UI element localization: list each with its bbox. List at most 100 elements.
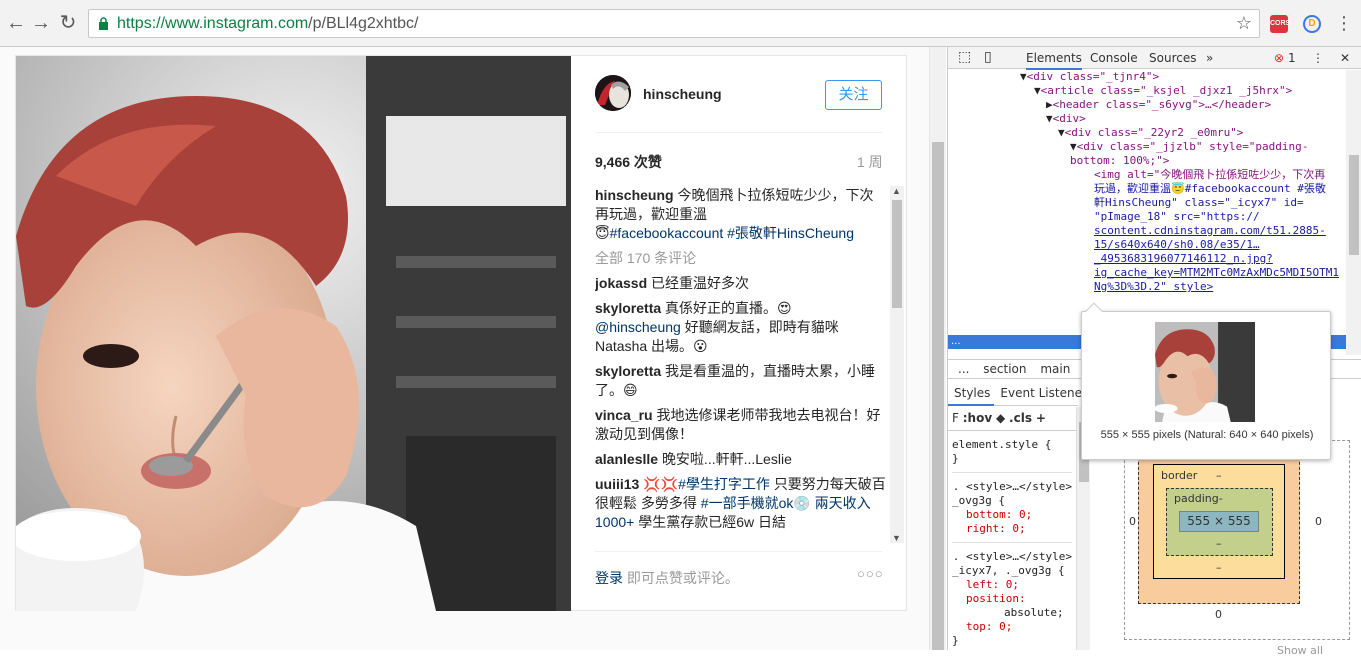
forward-icon[interactable]: → [31, 13, 51, 33]
comment-scrollbar[interactable]: ▲ ▼ [890, 186, 904, 543]
dom-node[interactable]: ▶<header class="_s6yvg">…</header> [948, 98, 1346, 112]
css-property[interactable]: bottom: 0; [952, 508, 1072, 522]
scroll-down-icon[interactable]: ▼ [892, 533, 901, 543]
hov-toggle[interactable]: :hov [963, 411, 992, 425]
follow-button[interactable]: 关注 [825, 80, 882, 110]
view-all-comments-link[interactable]: 全部 170 条评论 [595, 249, 887, 268]
comment-username[interactable]: alanleslle [595, 451, 658, 467]
img-src-link[interactable]: _4953683196077146112_n.jpg? [948, 252, 1346, 266]
extension-icon[interactable]: D [1303, 15, 1321, 33]
rule-source-link[interactable]: . <style>…</style> [952, 550, 1072, 564]
login-link[interactable]: 登录 [595, 570, 623, 586]
comment-hashtag[interactable]: #一部手機就ok [701, 495, 794, 511]
post-photo[interactable] [16, 56, 571, 611]
expand-arrow-icon[interactable]: ▼ [1034, 84, 1041, 97]
comment-username[interactable]: skyloretta [595, 300, 661, 316]
css-property[interactable]: position: [952, 592, 1072, 606]
styles-tabbar: Styles Event Listeners [948, 380, 1093, 406]
error-icon[interactable]: ⊗ [1274, 51, 1284, 65]
more-tabs-icon[interactable]: » [1206, 51, 1213, 65]
dom-node[interactable]: ▼<div class="_jjzlb" style="padding- [948, 140, 1346, 154]
tab-sources[interactable]: Sources [1149, 51, 1196, 65]
comment-username[interactable]: vinca_ru [595, 407, 653, 423]
dom-node-text[interactable]: <img alt="今晚個飛卜拉係短咗少少，下次再 [948, 168, 1346, 182]
post-time[interactable]: 1 周 [857, 152, 883, 172]
more-options-icon[interactable]: ○○○ [857, 566, 884, 581]
image-preview-thumbnail [1155, 322, 1255, 422]
rule-selector[interactable]: _ovg3g { [952, 494, 1072, 508]
inspect-element-icon[interactable]: ⬚ [958, 49, 971, 65]
post-author-username[interactable]: hinscheung [643, 86, 722, 102]
devtools-tabbar: ⬚ ▯ Elements Console Sources » ⊗ 1 ⋮ ✕ [948, 47, 1361, 70]
expand-arrow-icon[interactable]: ▼ [1020, 70, 1027, 83]
device-toolbar-icon[interactable]: ▯ [984, 49, 992, 65]
breadcrumb-item[interactable]: section [983, 362, 1026, 376]
style-rule: . <style>…</style> _ovg3g { bottom: 0; r… [952, 477, 1072, 543]
css-property[interactable]: right: 0; [952, 522, 1072, 536]
expand-arrow-icon[interactable]: ▼ [1058, 126, 1065, 139]
dom-node-text: Ng%3D%3D.2" style> [948, 280, 1346, 294]
comment-username[interactable]: skyloretta [595, 363, 661, 379]
dom-node[interactable]: ▼<div> [948, 112, 1346, 126]
dom-node-text: bottom: 100%;"> [1070, 154, 1170, 167]
comment-username[interactable]: jokassd [595, 275, 647, 291]
tab-elements[interactable]: Elements [1026, 51, 1082, 70]
scroll-up-icon[interactable]: ▲ [892, 186, 901, 196]
img-src-link[interactable]: Ng%3D%3D.2" style> [1094, 280, 1213, 293]
page-scrollbar-thumb[interactable] [932, 142, 944, 650]
dom-node[interactable]: ▼<article class="_ksjel _djxz1 _j5hrx"> [948, 84, 1346, 98]
css-property[interactable]: left: 0; [952, 578, 1072, 592]
caption-username[interactable]: hinscheung [595, 187, 674, 203]
dom-scrollbar[interactable] [1346, 70, 1361, 355]
like-count[interactable]: 9,466 次赞 [595, 152, 662, 172]
img-src-link[interactable]: 15/s640x640/sh0.08/e35/1… [948, 238, 1346, 252]
url-text[interactable]: https://www.instagram.com/p/BLl4g2xhtbc/ [117, 15, 418, 33]
breadcrumb-item[interactable]: main [1040, 362, 1070, 376]
devtools-menu-icon[interactable]: ⋮ [1312, 51, 1324, 65]
comment-scrollbar-thumb[interactable] [892, 200, 902, 308]
expand-arrow-icon[interactable]: ▶ [1046, 98, 1053, 111]
back-icon[interactable]: ← [6, 13, 26, 33]
dom-tree: ▼<div class="_tjnr4"> ▼<article class="_… [948, 70, 1346, 335]
breadcrumb-item[interactable]: ... [958, 362, 969, 376]
close-devtools-icon[interactable]: ✕ [1340, 51, 1350, 65]
page-scrollbar[interactable] [929, 47, 946, 650]
dom-scrollbar-thumb[interactable] [1349, 155, 1359, 255]
comment-hashtag[interactable]: #學生打字工作 [678, 476, 770, 492]
tab-styles[interactable]: Styles [948, 380, 995, 406]
img-src-link[interactable]: scontent.cdninstagram.com/t51.2885- [948, 224, 1346, 238]
add-rule-icon[interactable]: + [1036, 411, 1046, 425]
img-src-link[interactable]: ig_cache_key=MTM2MTc0MzAxMDc5MDI5OTM1 [948, 266, 1346, 280]
browser-menu-icon[interactable]: ⋮ [1335, 13, 1353, 33]
styles-filter[interactable]: F :hov ◆ .cls + [948, 407, 1078, 431]
dom-node[interactable]: ▼<div class="_tjnr4"> [948, 70, 1346, 84]
paint-icon[interactable]: ◆ [996, 411, 1005, 425]
dom-node[interactable]: ▼<div class="_22yr2 _e0mru"> [948, 126, 1346, 140]
address-bar[interactable]: https://www.instagram.com/p/BLl4g2xhtbc/… [88, 9, 1260, 38]
comment-mention[interactable]: @hinscheung [595, 319, 681, 335]
rule-selector[interactable]: element.style { [952, 438, 1072, 452]
rule-selector[interactable]: _icyx7, ._ovg3g { [952, 564, 1072, 578]
reload-icon[interactable]: ↻ [58, 13, 78, 33]
comment-username[interactable]: uuiii13 [595, 476, 639, 492]
rule-source-link[interactable]: . <style>…</style> [952, 480, 1072, 494]
tab-console[interactable]: Console [1090, 51, 1138, 65]
comment-list: hinscheung 今晚個飛卜拉係短咗少少，下次再玩過，歡迎重溫 😇#face… [595, 186, 887, 543]
box-model-content[interactable]: 555 × 555 [1179, 511, 1259, 532]
bookmark-star-icon[interactable]: ☆ [1236, 13, 1252, 34]
avatar[interactable] [595, 75, 631, 111]
cls-toggle[interactable]: .cls [1009, 411, 1032, 425]
cors-extension-icon[interactable]: CORS [1270, 15, 1290, 33]
image-dimensions-caption: 555 × 555 pixels (Natural: 640 × 640 pix… [1100, 429, 1314, 441]
error-count[interactable]: 1 [1288, 51, 1296, 65]
dom-node-text: 玩過，歡迎重溫😇#facebookaccount #張敬 [1094, 182, 1326, 195]
caption-hashtag[interactable]: #張敬軒HinsCheung [727, 225, 854, 241]
css-value[interactable]: absolute; [952, 606, 1072, 620]
css-property[interactable]: top: 0; [952, 620, 1072, 634]
post-photo-image [16, 56, 571, 611]
caption-hashtag[interactable]: #facebookaccount [610, 225, 724, 241]
expand-arrow-icon[interactable]: ▼ [1046, 112, 1053, 125]
box-value: 0 [1129, 515, 1136, 528]
show-all-label[interactable]: Show all [1277, 644, 1323, 657]
expand-arrow-icon[interactable]: ▼ [1070, 140, 1077, 153]
